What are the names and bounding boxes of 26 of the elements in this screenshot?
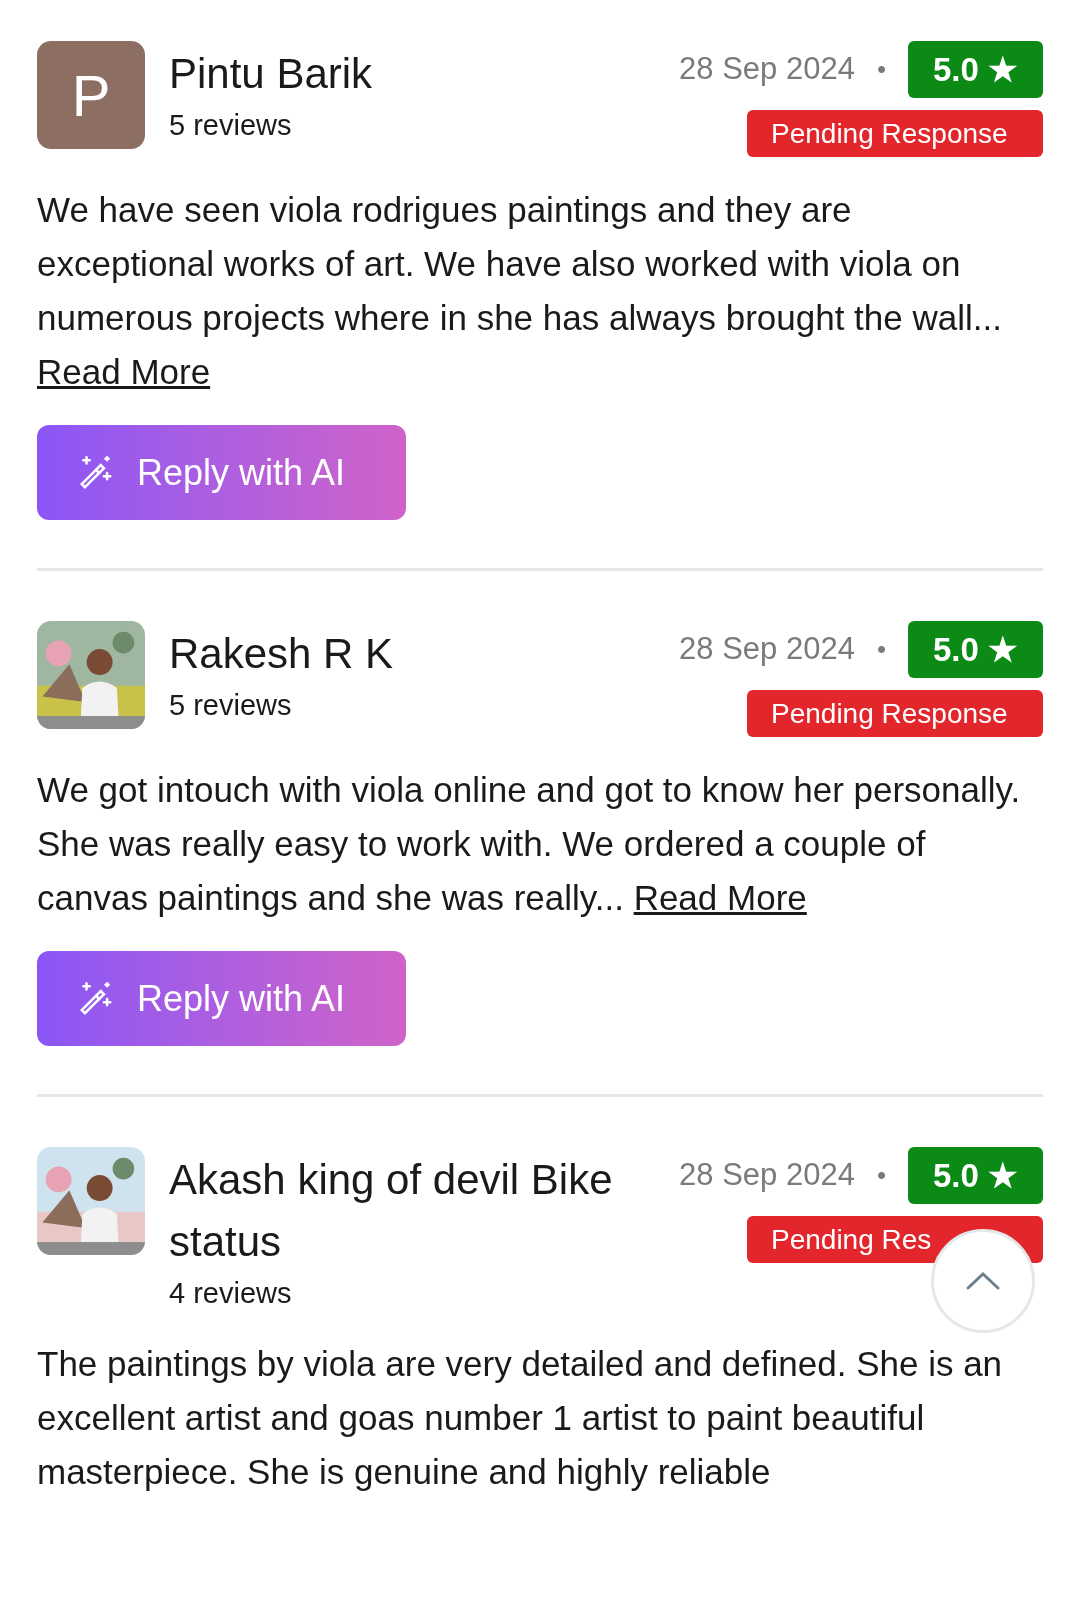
rating-badge: 5.0 ★ <box>908 621 1043 678</box>
reply-with-ai-button[interactable]: Reply with AI <box>37 425 406 520</box>
separator-dot: • <box>876 53 886 86</box>
review-date: 28 Sep 2024 <box>679 630 855 669</box>
reviewer-name: Akash king of devil Bike status <box>169 1155 614 1267</box>
status-badge: Pending Response <box>747 690 1043 737</box>
review-count: 4 reviews <box>169 1276 293 1311</box>
read-more-link[interactable]: Read More <box>37 352 211 391</box>
review-text: We have seen viola rodrigues paintings and they are exceptional works of art. We have also worked with viola on numerous projects where in she has always brought the wall... Read More <box>37 189 1003 393</box>
review-count: 5 reviews <box>169 108 293 143</box>
review-date: 28 Sep 2024 <box>679 50 855 89</box>
separator-dot: • <box>876 1159 886 1192</box>
reviewer-name: Pintu Barik <box>169 49 374 99</box>
rating-badge: 5.0 ★ <box>908 1147 1043 1204</box>
chevron-up-icon <box>965 1271 1001 1291</box>
reviewer-name: Rakesh R K <box>169 629 395 679</box>
review-count: 5 reviews <box>169 688 293 723</box>
reply-with-ai-button[interactable]: Reply with AI <box>37 951 406 1046</box>
review-text: The paintings by viola are very detailed and defined. She is an excellent artist and goas number 1 artist to paint beautiful masterpiece. She is genuine and highly reliable <box>37 1343 1004 1493</box>
status-badge: Pending Response <box>747 110 1043 157</box>
separator-dot: • <box>876 633 886 666</box>
rating-badge: 5.0 ★ <box>908 41 1043 98</box>
read-more-link[interactable]: Read More <box>633 878 807 917</box>
avatar: P <box>37 41 145 149</box>
review-date: 28 Sep 2024 <box>679 1156 855 1195</box>
review-text: We got intouch with viola online and got to know her personally. She was really easy to work with. We ordered a couple of canvas paintings and she was really... Read More <box>37 769 1022 919</box>
